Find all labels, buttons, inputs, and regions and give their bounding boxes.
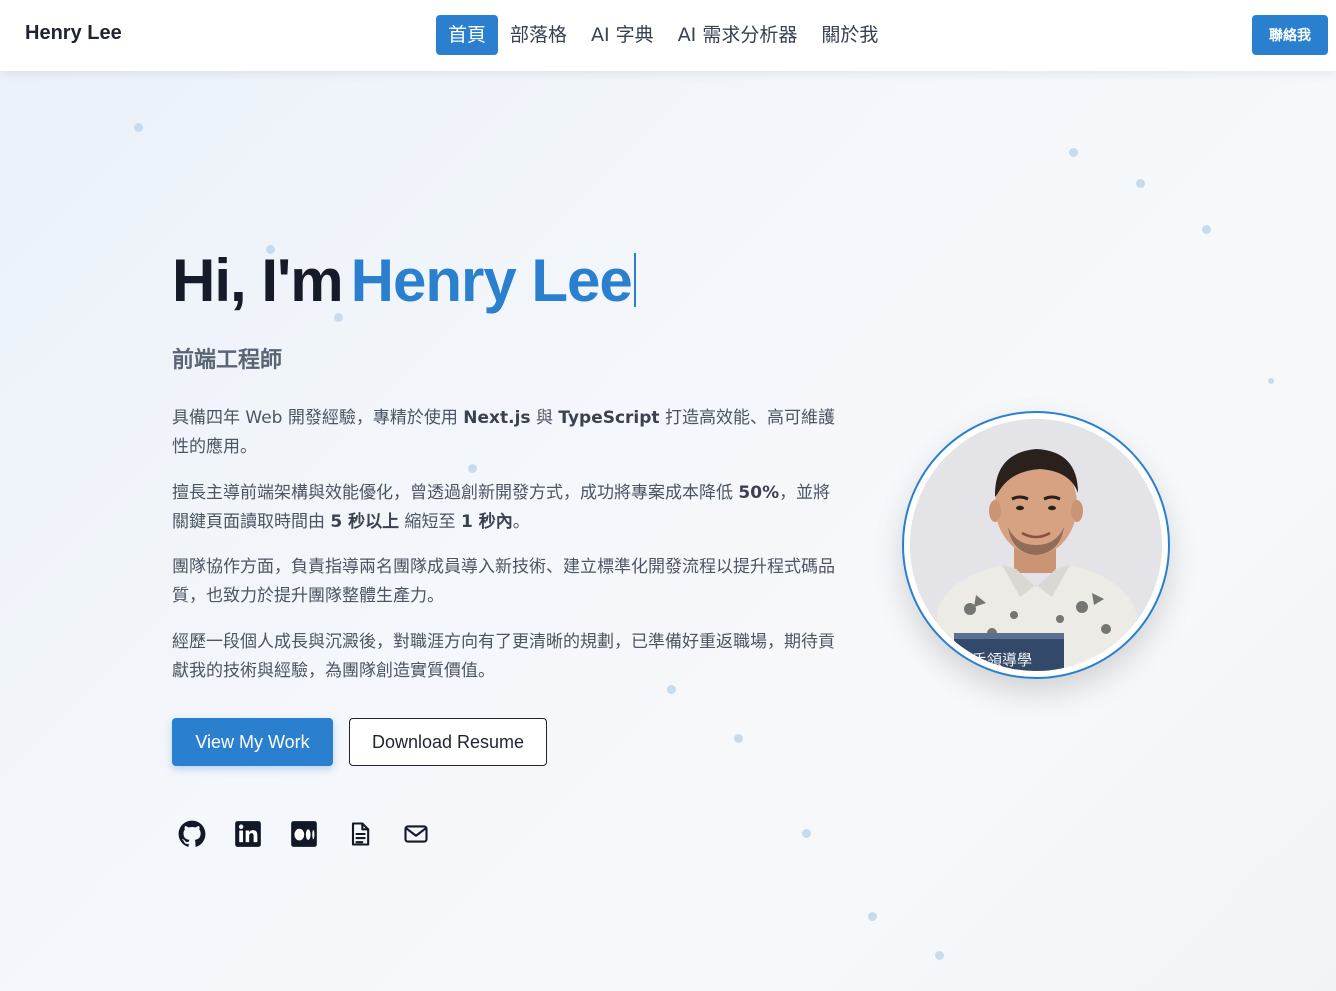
- background-dot: [734, 734, 743, 743]
- background-dot: [1202, 225, 1211, 234]
- background-dot: [935, 951, 944, 960]
- intro-text: 縮短至: [399, 512, 461, 532]
- intro-highlight: 50%: [738, 483, 780, 503]
- profile-photo-frame: 手領導學: [902, 411, 1170, 679]
- background-dot: [1069, 148, 1078, 157]
- nav-links: 首頁 部落格 AI 字典 AI 需求分析器 關於我: [436, 15, 890, 55]
- book-cover-text: 手領導學: [972, 651, 1032, 669]
- background-dot: [468, 464, 477, 473]
- background-dot: [667, 685, 676, 694]
- view-my-work-button[interactable]: View My Work: [172, 718, 333, 766]
- intro-paragraph-2: 擅長主導前端架構與效能優化，曾透過創新開發方式，成功將專案成本降低 50%，並將…: [172, 479, 844, 537]
- intro-text: 。: [512, 512, 530, 532]
- github-icon[interactable]: [178, 820, 206, 848]
- hero-greeting: Hi, I'm: [172, 247, 344, 314]
- hero-role: 前端工程師: [172, 348, 283, 373]
- contact-button[interactable]: 聯絡我: [1252, 15, 1328, 55]
- profile-photo: 手領導學: [910, 419, 1162, 671]
- nav-link-home[interactable]: 首頁: [436, 15, 499, 55]
- intro-text: 具備四年 Web 開發經驗，專精於使用: [172, 408, 464, 428]
- intro-paragraph-1: 具備四年 Web 開發經驗，專精於使用 Next.js 與 TypeScript…: [172, 404, 844, 462]
- email-icon[interactable]: [402, 820, 430, 848]
- nav-link-blog[interactable]: 部落格: [498, 15, 579, 55]
- background-dot: [868, 912, 877, 921]
- background-dot: [1136, 179, 1145, 188]
- nav-link-about[interactable]: 關於我: [809, 15, 890, 55]
- background-dot: [134, 123, 143, 132]
- brand-logo-text[interactable]: Henry Lee: [25, 22, 122, 45]
- intro-paragraph-4: 經歷一段個人成長與沉澱後，對職涯方向有了更清晰的規劃，已準備好重返職場，期待貢獻…: [172, 632, 835, 681]
- nav-link-ai-dictionary[interactable]: AI 字典: [579, 15, 666, 55]
- linkedin-icon[interactable]: [234, 820, 262, 848]
- top-navbar: Henry Lee 首頁 部落格 AI 字典 AI 需求分析器 關於我 聯絡我: [0, 0, 1336, 71]
- typing-caret: [633, 253, 636, 307]
- intro-text: 與: [530, 408, 559, 428]
- nav-link-ai-requirement-analyzer[interactable]: AI 需求分析器: [666, 15, 810, 55]
- intro-highlight: 5 秒以上: [330, 512, 400, 532]
- intro-paragraph-3: 團隊協作方面，負責指導兩名團隊成員導入新技術、建立標準化開發流程以提升程式碼品質…: [172, 557, 835, 606]
- resume-document-icon[interactable]: [346, 820, 374, 848]
- intro-highlight: 1 秒內: [460, 512, 513, 532]
- intro-highlight: Next.js: [463, 408, 531, 428]
- intro-text: 擅長主導前端架構與效能優化，曾透過創新開發方式，成功將專案成本降低: [172, 483, 739, 503]
- download-resume-button[interactable]: Download Resume: [349, 718, 547, 766]
- background-dot: [802, 829, 811, 838]
- medium-icon[interactable]: [290, 820, 318, 848]
- background-dot: [1268, 378, 1274, 384]
- hero-title: Hi, I'm Henry Lee: [172, 246, 636, 315]
- hero-name: Henry Lee: [350, 247, 633, 314]
- intro-highlight: TypeScript: [558, 408, 660, 428]
